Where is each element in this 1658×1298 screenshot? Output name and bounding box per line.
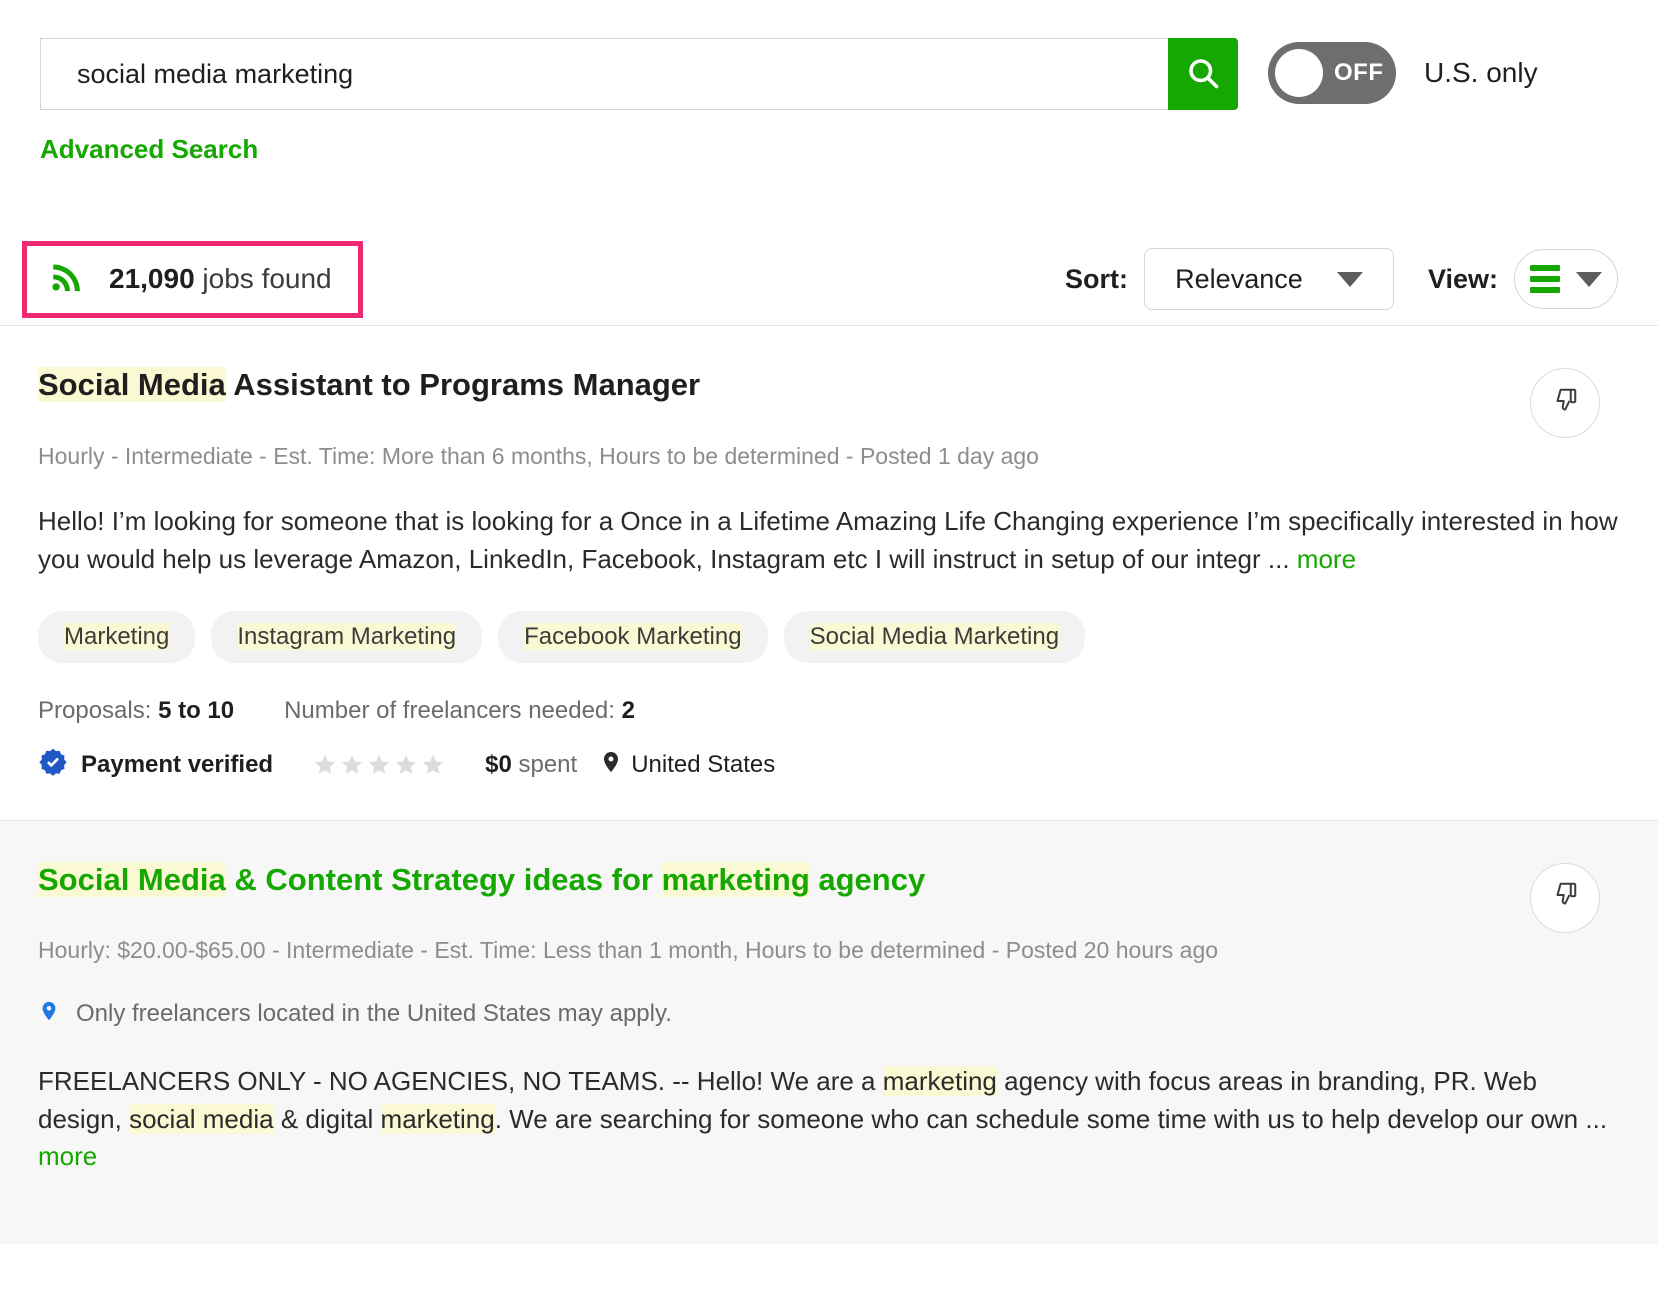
payment-verified-label: Payment verified	[81, 751, 273, 779]
list-view-icon	[1530, 265, 1560, 293]
job-stats: Proposals: 5 to 10 Number of freelancers…	[38, 697, 1618, 725]
more-link[interactable]: more	[38, 1141, 97, 1171]
results-toolbar: 21,090 jobs found Sort: Relevance View:	[0, 233, 1658, 325]
rating-stars	[313, 753, 445, 777]
job-title-highlight: marketing	[662, 862, 810, 897]
jobs-found-text: 21,090 jobs found	[109, 263, 332, 295]
job-description-text: Hello! I’m looking for someone that is l…	[38, 506, 1618, 574]
job-title-rest: & Content Strategy ideas for	[226, 862, 662, 897]
star-icon	[340, 753, 364, 777]
us-only-label: U.S. only	[1424, 57, 1538, 89]
rss-icon[interactable]	[49, 260, 83, 299]
job-description: Hello! I’m looking for someone that is l…	[38, 503, 1618, 578]
amount-spent: $0 spent	[485, 751, 577, 779]
more-link[interactable]: more	[1297, 544, 1356, 574]
toggle-state-label: OFF	[1334, 59, 1384, 87]
job-meta: Hourly: $20.00-$65.00 - Intermediate - E…	[38, 933, 1618, 968]
job-footer: Payment verified $0 spent United States	[38, 747, 1618, 784]
star-icon	[367, 753, 391, 777]
thumbs-down-icon	[1550, 386, 1580, 421]
search-field-wrapper	[40, 38, 1238, 110]
jobs-found-badge: 21,090 jobs found	[22, 241, 363, 318]
star-icon	[421, 753, 445, 777]
job-description: FREELANCERS ONLY - NO AGENCIES, NO TEAMS…	[38, 1063, 1618, 1176]
thumbs-down-icon	[1550, 880, 1580, 915]
jobs-found-suffix: jobs found	[195, 263, 332, 294]
us-only-toggle-group: OFF U.S. only	[1268, 42, 1538, 104]
view-select[interactable]	[1514, 249, 1618, 309]
job-description-text: . We are searching for someone who can s…	[495, 1104, 1607, 1134]
job-title-highlight: Social Media	[38, 367, 226, 402]
job-tag[interactable]: Instagram Marketing	[211, 611, 482, 663]
job-tag-label: Facebook Marketing	[524, 623, 741, 650]
job-card[interactable]: Social Media Assistant to Programs Manag…	[0, 326, 1658, 820]
view-label: View:	[1428, 264, 1498, 295]
freelancers-value: 2	[622, 697, 635, 724]
sort-selected-value: Relevance	[1175, 264, 1303, 295]
us-only-notice: Only freelancers located in the United S…	[38, 998, 1618, 1031]
toggle-knob	[1275, 49, 1323, 97]
proposals-value: 5 to 10	[158, 697, 234, 724]
freelancers-stat: Number of freelancers needed: 2	[284, 697, 635, 725]
job-tag[interactable]: Social Media Marketing	[784, 611, 1085, 663]
location-pin-icon	[599, 748, 623, 783]
search-header: OFF U.S. only	[0, 0, 1658, 110]
star-icon	[394, 753, 418, 777]
client-location: United States	[599, 748, 775, 783]
location-label: United States	[631, 751, 775, 779]
job-title[interactable]: Social Media Assistant to Programs Manag…	[38, 366, 1618, 405]
proposals-label: Proposals:	[38, 697, 151, 724]
proposals-stat: Proposals: 5 to 10	[38, 697, 234, 725]
job-card[interactable]: Social Media & Content Strategy ideas fo…	[0, 821, 1658, 1244]
spent-label: spent	[512, 751, 577, 778]
freelancers-label: Number of freelancers needed:	[284, 697, 615, 724]
dislike-job-button[interactable]	[1530, 863, 1600, 933]
job-tags: Marketing Instagram Marketing Facebook M…	[38, 611, 1618, 663]
job-tag[interactable]: Facebook Marketing	[498, 611, 767, 663]
job-title-rest: Assistant to Programs Manager	[226, 367, 700, 402]
us-only-toggle[interactable]: OFF	[1268, 42, 1396, 104]
chevron-down-icon	[1337, 272, 1363, 287]
advanced-search-link[interactable]: Advanced Search	[40, 134, 258, 165]
search-icon	[1185, 55, 1221, 94]
job-tag-label: Instagram Marketing	[237, 623, 456, 650]
star-icon	[313, 753, 337, 777]
job-description-highlight: marketing	[883, 1066, 997, 1096]
sort-view-controls: Sort: Relevance View:	[1065, 248, 1618, 310]
job-description-highlight: social media	[129, 1104, 274, 1134]
job-tag-label: Social Media Marketing	[810, 623, 1059, 650]
search-button[interactable]	[1168, 38, 1238, 110]
search-input[interactable]	[40, 38, 1168, 110]
spent-amount: $0	[485, 751, 512, 778]
job-description-text: & digital	[274, 1104, 381, 1134]
sort-label: Sort:	[1065, 264, 1128, 295]
job-meta: Hourly - Intermediate - Est. Time: More …	[38, 439, 1618, 474]
job-title-highlight: Social Media	[38, 862, 226, 897]
payment-verified-badge: Payment verified	[38, 747, 273, 784]
job-tag[interactable]: Marketing	[38, 611, 195, 663]
us-only-notice-label: Only freelancers located in the United S…	[76, 1000, 672, 1028]
verified-check-icon	[38, 747, 68, 784]
location-pin-icon	[38, 998, 60, 1031]
sort-select[interactable]: Relevance	[1144, 248, 1394, 310]
dislike-job-button[interactable]	[1530, 368, 1600, 438]
jobs-found-count: 21,090	[109, 263, 195, 294]
job-title-rest: agency	[810, 862, 925, 897]
job-title[interactable]: Social Media & Content Strategy ideas fo…	[38, 861, 1618, 900]
chevron-down-icon	[1576, 272, 1602, 287]
job-tag-label: Marketing	[64, 623, 169, 650]
job-description-text: FREELANCERS ONLY - NO AGENCIES, NO TEAMS…	[38, 1066, 883, 1096]
job-description-highlight: marketing	[381, 1104, 495, 1134]
